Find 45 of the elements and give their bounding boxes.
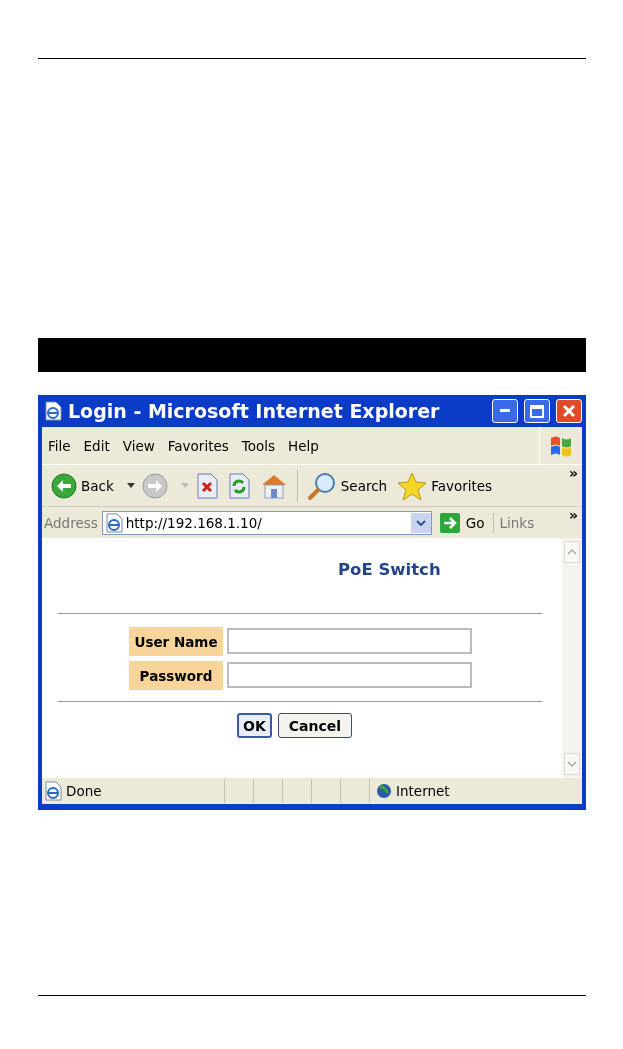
back-button[interactable]: Back — [48, 472, 117, 499]
address-label: Address — [43, 514, 99, 531]
window-title: Login - Microsoft Internet Explorer — [68, 400, 441, 422]
address-field[interactable]: http://192.168.1.10/ — [101, 510, 432, 535]
search-icon — [306, 470, 337, 501]
dropdown-arrow-icon[interactable] — [126, 483, 135, 488]
up-caret-icon — [567, 549, 577, 555]
menu-item[interactable]: View — [116, 437, 162, 454]
menu-item[interactable]: Help — [282, 437, 326, 454]
maximize-button[interactable] — [524, 399, 550, 423]
star-icon — [397, 470, 428, 501]
minimize-icon — [500, 409, 510, 413]
search-button[interactable]: Search — [303, 470, 391, 501]
minimize-button[interactable] — [492, 399, 518, 423]
links-overflow-button[interactable]: » — [568, 507, 578, 523]
page-icon — [44, 401, 62, 421]
go-button[interactable]: Go — [431, 512, 494, 533]
close-icon — [562, 404, 576, 418]
input-field[interactable] — [227, 662, 472, 688]
favorites-button[interactable]: Favorites — [394, 470, 496, 501]
status-text: Done — [66, 783, 102, 799]
field-label: Password — [129, 661, 223, 690]
input-field[interactable] — [227, 628, 472, 654]
scrollbar[interactable] — [562, 538, 582, 778]
close-button[interactable] — [556, 399, 582, 423]
links-button[interactable]: Links — [493, 514, 535, 531]
refresh-icon — [227, 472, 250, 499]
toolbar-overflow-button[interactable]: » — [568, 465, 578, 481]
page-heading: PoE Switch — [338, 560, 442, 579]
ok-button[interactable]: OK — [237, 713, 272, 738]
scroll-down-button[interactable] — [564, 753, 580, 775]
page-icon — [104, 512, 123, 533]
scroll-up-button[interactable] — [564, 541, 580, 563]
page-icon — [44, 781, 62, 801]
maximize-icon — [530, 404, 544, 418]
menu-item[interactable]: Edit — [77, 437, 117, 454]
zone-text: Internet — [396, 783, 450, 799]
down-caret-icon — [567, 761, 577, 767]
stop-icon — [195, 472, 218, 499]
menu-item[interactable]: File — [42, 437, 78, 454]
field-label: User Name — [129, 627, 223, 656]
menu-item[interactable]: Favorites — [161, 437, 236, 454]
globe-icon — [376, 783, 392, 799]
menu-item[interactable]: Tools — [235, 437, 283, 454]
cancel-button[interactable]: Cancel — [277, 713, 353, 738]
